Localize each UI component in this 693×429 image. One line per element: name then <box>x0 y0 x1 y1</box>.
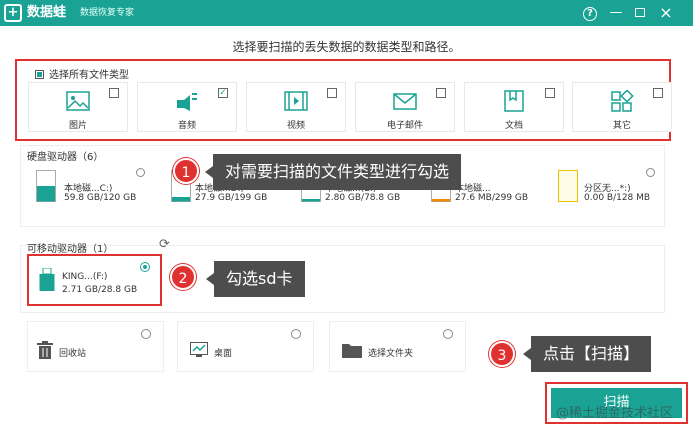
location-label: 回收站 <box>59 349 87 359</box>
drive-c[interactable]: 本地磁...C:) 59.8 GB/120 GB <box>30 164 150 214</box>
email-icon <box>393 93 417 110</box>
app-subtitle: 数据恢复专家 <box>80 8 135 18</box>
select-all-label: 选择所有文件类型 <box>49 70 129 81</box>
callout-1: 对需要扫描的文件类型进行勾选 <box>204 154 462 190</box>
drive-radio[interactable] <box>136 168 145 177</box>
file-type-audio[interactable]: ✓ 音频 <box>137 82 237 132</box>
hard-drive-title: 硬盘驱动器（6） <box>27 152 104 163</box>
app-logo-icon: + <box>4 4 22 22</box>
desktop-icon <box>190 342 208 357</box>
maximize-icon <box>635 8 645 17</box>
document-icon <box>504 90 524 112</box>
watermark: @稀土掘金技术社区 <box>556 406 674 421</box>
usb-drive-icon <box>39 268 55 291</box>
title-bar: + 数据蛙 数据恢复专家 ? — × <box>0 0 693 26</box>
location-desktop[interactable]: 桌面 <box>177 321 314 372</box>
drive-size: 27.9 GB/199 GB <box>195 193 268 203</box>
file-type-label: 视频 <box>286 121 305 131</box>
drive-size: 2.80 GB/78.8 GB <box>325 193 401 203</box>
location-choose-folder[interactable]: 选择文件夹 <box>329 321 466 372</box>
video-checkbox[interactable] <box>327 88 337 98</box>
callout-2: 勾选sd卡 <box>206 261 305 297</box>
app-name: 数据蛙 <box>27 5 67 20</box>
file-type-email[interactable]: 电子邮件 <box>355 82 455 132</box>
close-button[interactable]: × <box>656 3 676 23</box>
document-checkbox[interactable] <box>545 88 555 98</box>
refresh-icon[interactable]: ⟳ <box>159 237 170 252</box>
drive-icon <box>558 170 578 202</box>
drive-size: 59.8 GB/120 GB <box>64 193 137 203</box>
recycle-bin-icon <box>37 341 53 359</box>
help-icon: ? <box>583 7 597 21</box>
sd-card-radio[interactable] <box>140 262 150 272</box>
location-radio[interactable] <box>291 329 301 339</box>
callout-number-3: 3 <box>489 341 515 367</box>
select-all-checkbox[interactable]: 选择所有文件类型 <box>35 66 129 81</box>
file-type-image[interactable]: 图片 <box>28 82 128 132</box>
drive-unnamed[interactable]: 分区无...*:) 0.00 B/128 MB <box>552 164 660 214</box>
sd-card-drive[interactable]: KING...(F:) 2.71 GB/28.8 GB <box>27 254 162 306</box>
minimize-button[interactable]: — <box>606 3 626 23</box>
file-type-video[interactable]: 视频 <box>246 82 346 132</box>
callout-number-1: 1 <box>173 158 199 184</box>
other-checkbox[interactable] <box>653 88 663 98</box>
video-icon <box>284 91 308 111</box>
other-icon <box>611 90 634 112</box>
callout-number-2: 2 <box>170 264 196 290</box>
image-icon <box>66 91 90 111</box>
file-type-label: 电子邮件 <box>386 121 423 131</box>
location-radio[interactable] <box>443 329 453 339</box>
file-type-label: 文档 <box>504 121 523 131</box>
location-label: 桌面 <box>214 349 233 359</box>
file-type-document[interactable]: 文档 <box>464 82 564 132</box>
image-checkbox[interactable] <box>109 88 119 98</box>
drive-size: 2.71 GB/28.8 GB <box>62 285 138 295</box>
page-heading: 选择要扫描的丢失数据的数据类型和路径。 <box>232 40 461 54</box>
location-label: 选择文件夹 <box>368 349 414 359</box>
maximize-button[interactable] <box>630 3 650 23</box>
audio-icon <box>177 93 197 111</box>
file-type-other[interactable]: 其它 <box>572 82 672 132</box>
select-all-box[interactable] <box>35 70 44 79</box>
drive-icon <box>36 170 56 202</box>
drive-name: KING...(F:) <box>62 272 108 282</box>
file-type-label: 音频 <box>177 121 196 131</box>
removable-title: 可移动驱动器（1） <box>27 244 114 255</box>
drive-radio[interactable] <box>646 168 655 177</box>
location-radio[interactable] <box>141 329 151 339</box>
file-type-label: 图片 <box>68 121 87 131</box>
folder-icon <box>342 344 362 358</box>
location-recycle-bin[interactable]: 回收站 <box>27 321 164 372</box>
audio-checkbox[interactable]: ✓ <box>218 88 228 98</box>
file-type-panel: 选择所有文件类型 图片 ✓ 音频 视频 电子邮件 文档 其它 <box>15 59 672 141</box>
email-checkbox[interactable] <box>436 88 446 98</box>
help-button[interactable]: ? <box>580 3 600 23</box>
callout-3: 点击【扫描】 <box>522 336 652 372</box>
drive-size: 0.00 B/128 MB <box>584 193 651 203</box>
file-type-label: 其它 <box>612 121 631 131</box>
drive-size: 27.6 MB/299 GB <box>455 193 529 203</box>
